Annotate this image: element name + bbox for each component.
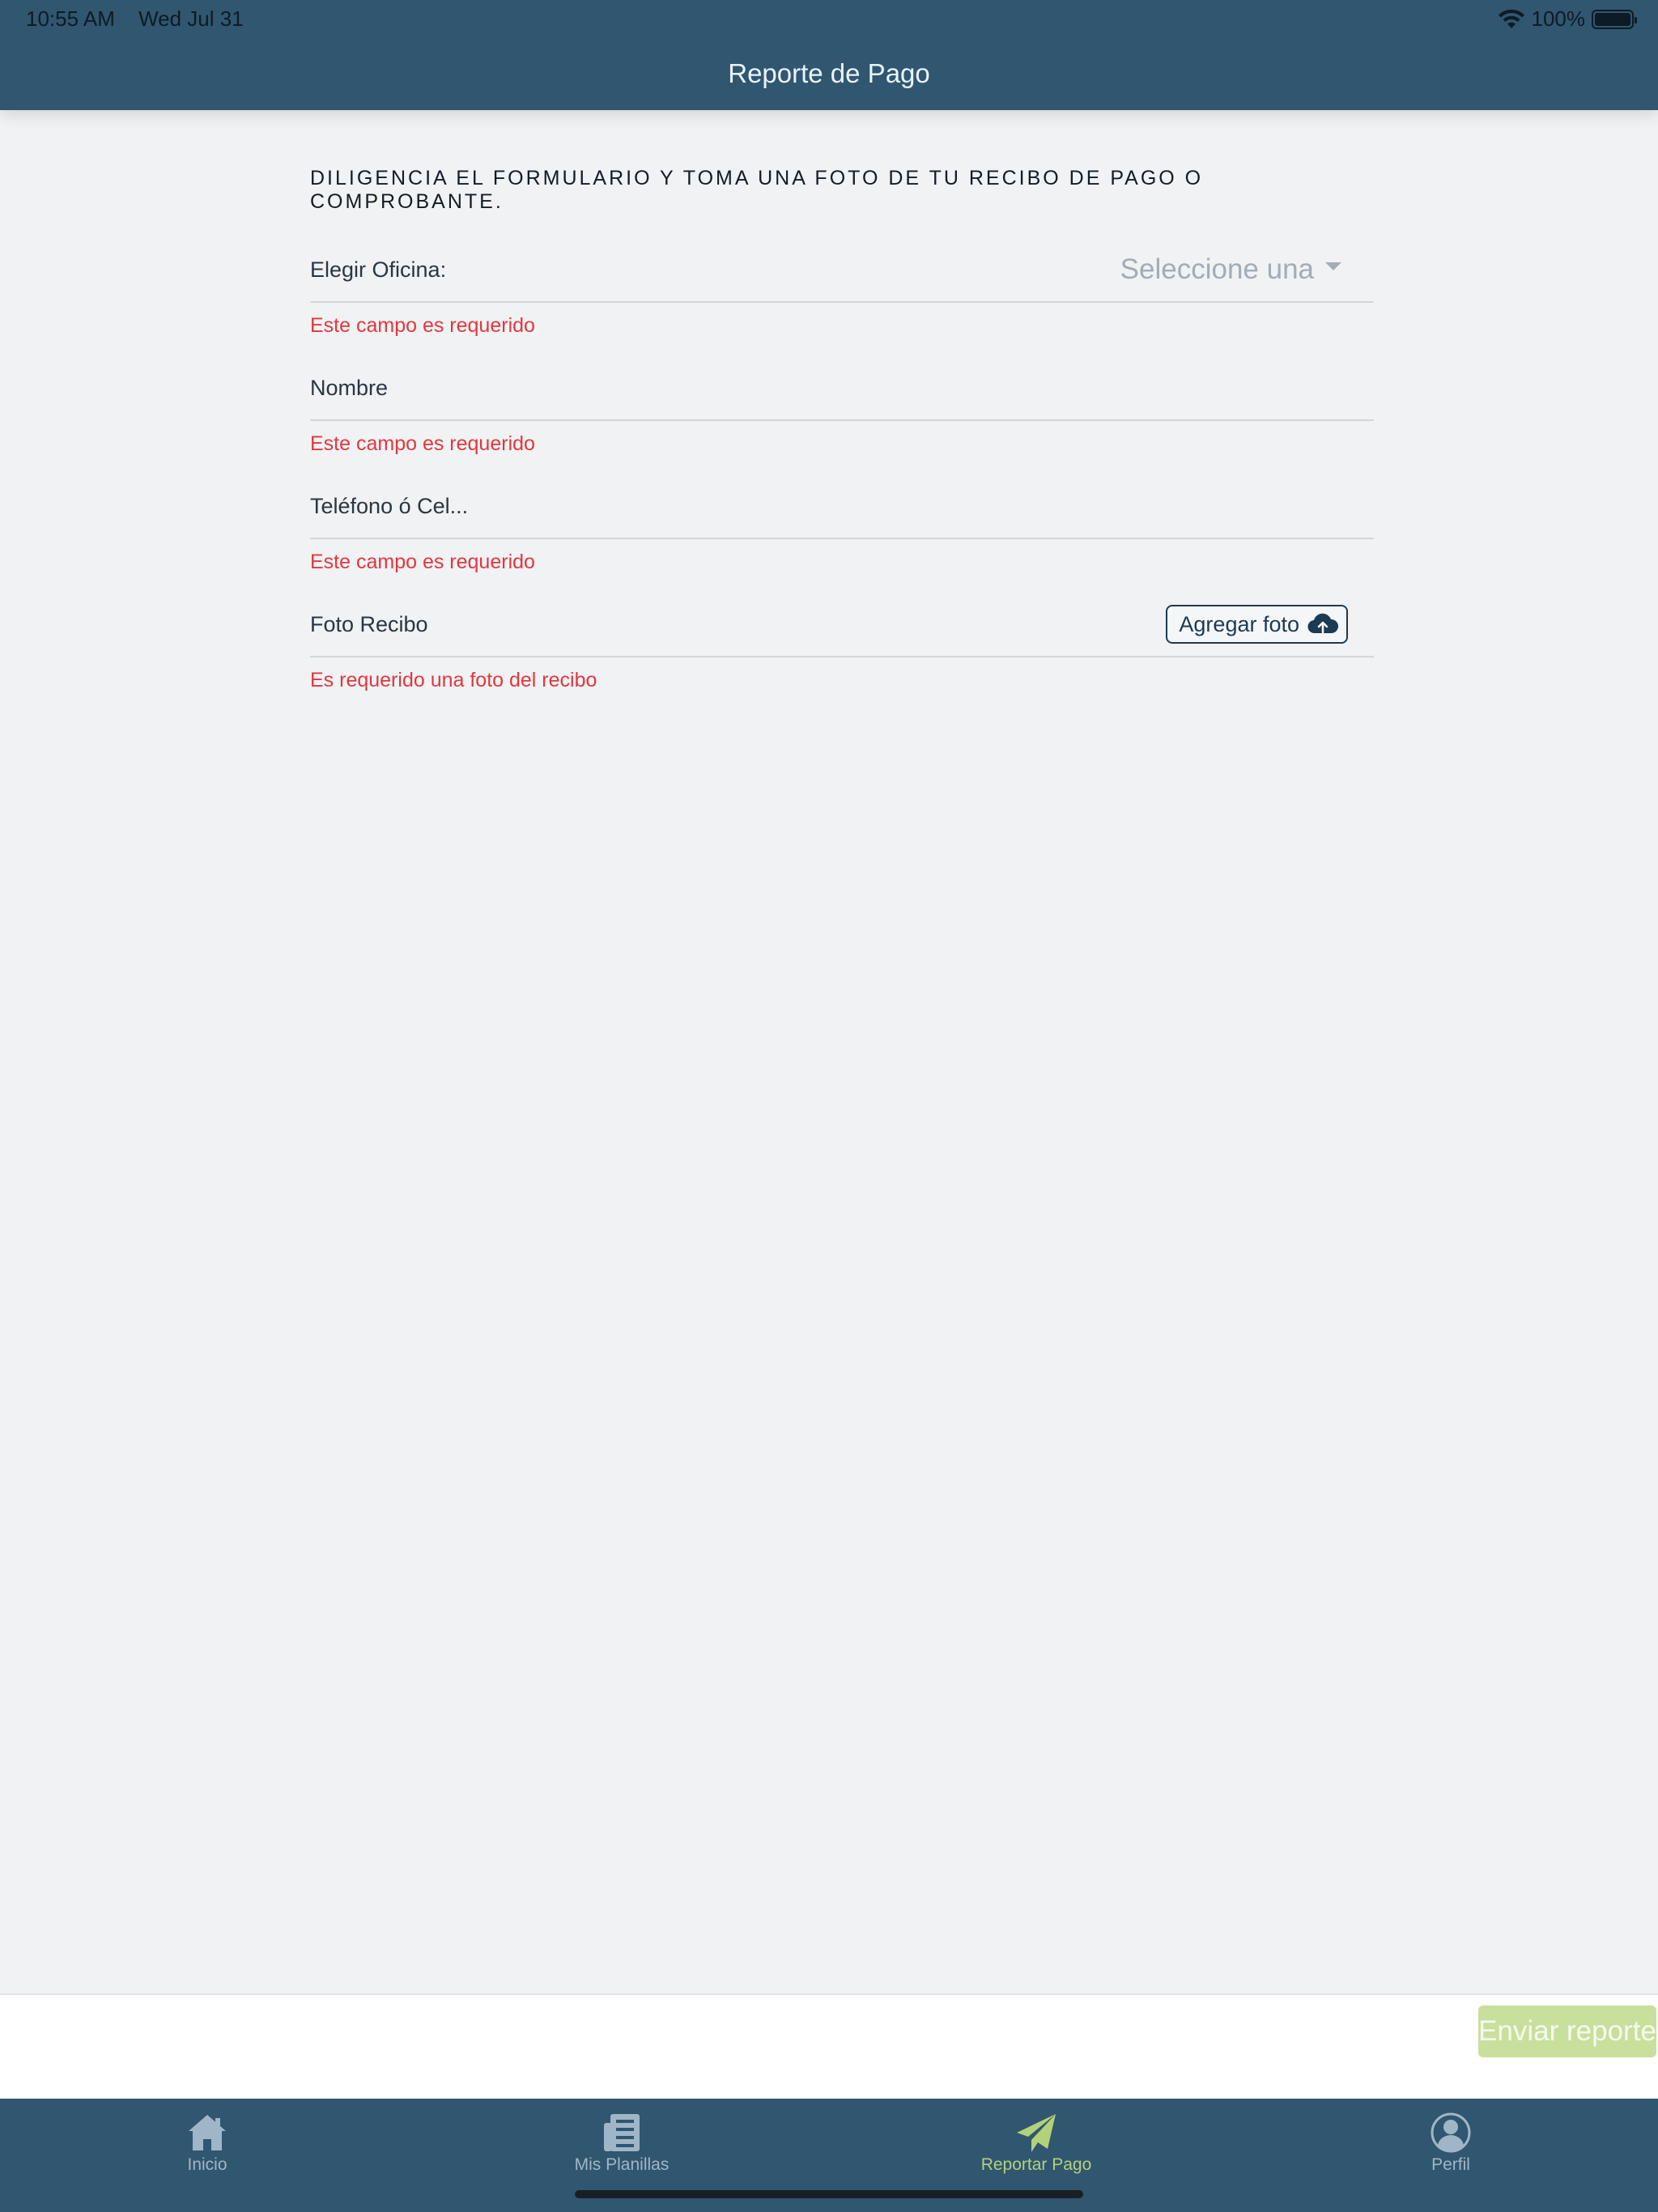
name-field[interactable]: Nombre xyxy=(310,356,1374,421)
page-title: Reporte de Pago xyxy=(728,58,930,88)
document-icon xyxy=(604,2114,640,2151)
tab-label-inicio: Inicio xyxy=(187,2155,227,2174)
send-report-button[interactable]: Enviar reporte xyxy=(1478,2006,1656,2057)
add-photo-button[interactable]: Agregar foto xyxy=(1166,605,1348,644)
phone-field[interactable]: Teléfono ó Cel... xyxy=(310,474,1374,539)
phone-error: Este campo es requerido xyxy=(310,551,535,573)
tab-perfil[interactable]: Perfil xyxy=(1244,2099,1658,2212)
home-indicator[interactable] xyxy=(575,2190,1083,2198)
name-placeholder: Nombre xyxy=(310,375,389,400)
tab-label-reportar-pago: Reportar Pago xyxy=(980,2155,1092,2174)
paper-plane-icon xyxy=(1017,2114,1056,2152)
payment-report-form: DILIGENCIA EL FORMULARIO Y TOMA UNA FOTO… xyxy=(310,110,1374,711)
office-select[interactable]: Seleccione una xyxy=(1120,253,1341,286)
wifi-icon xyxy=(1498,9,1524,28)
office-select-value: Seleccione una xyxy=(1120,253,1314,285)
tab-inicio[interactable]: Inicio xyxy=(0,2099,414,2212)
status-date: Wed Jul 31 xyxy=(138,6,244,31)
photo-label: Foto Recibo xyxy=(310,611,428,636)
cloud-upload-icon xyxy=(1307,613,1338,634)
phone-placeholder: Teléfono ó Cel... xyxy=(310,493,469,518)
profile-icon xyxy=(1431,2112,1471,2153)
status-bar-left: 10:55 AM Wed Jul 31 xyxy=(26,6,261,32)
office-label: Elegir Oficina: xyxy=(310,257,447,282)
name-error: Este campo es requerido xyxy=(310,432,535,455)
home-icon xyxy=(189,2115,226,2150)
battery-icon xyxy=(1592,9,1637,29)
status-bar-right: 100% xyxy=(1498,6,1637,32)
form-instructions: DILIGENCIA EL FORMULARIO Y TOMA UNA FOTO… xyxy=(310,167,1204,213)
caret-down-icon xyxy=(1325,262,1341,270)
footer-action-bar: Enviar reporte xyxy=(0,1993,1658,2099)
tab-label-mis-planillas: Mis Planillas xyxy=(574,2155,670,2174)
app-header: 10:55 AM Wed Jul 31 100% Reporte de Pago xyxy=(0,0,1658,110)
office-error: Este campo es requerido xyxy=(310,314,535,337)
add-photo-label: Agregar foto xyxy=(1179,611,1299,636)
photo-row: Foto Recibo Agregar foto xyxy=(310,593,1374,657)
office-select-row[interactable]: Elegir Oficina: Seleccione una xyxy=(310,238,1374,303)
photo-error: Es requerido una foto del recibo xyxy=(310,669,597,691)
status-time: 10:55 AM xyxy=(26,6,115,31)
tab-label-perfil: Perfil xyxy=(1431,2155,1470,2174)
battery-percent: 100% xyxy=(1531,6,1586,31)
